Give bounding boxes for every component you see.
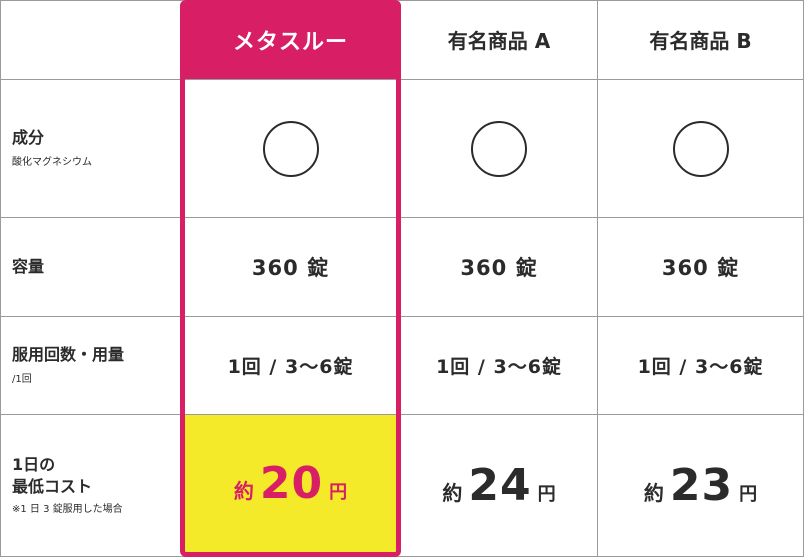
circle-mark-icon	[471, 120, 527, 177]
capacity-value: 360 錠	[251, 256, 330, 280]
cell-ingredient-metasuru	[185, 80, 396, 217]
dosage-value: 1回 / 3〜6錠	[227, 356, 354, 378]
cost-value: 約 23 円	[644, 460, 757, 511]
circle-mark-icon	[262, 120, 319, 177]
cost-prefix: 約	[442, 481, 463, 505]
cell-dosage-metasuru: 1回 / 3〜6錠	[185, 317, 396, 414]
header-product-a: 有名商品 A	[401, 0, 597, 79]
cost-suffix: 円	[739, 484, 758, 505]
row-label-ingredient: 成分 酸化マグネシウム	[0, 80, 180, 217]
row-sublabel: ※1 日 3 錠服用した場合	[12, 503, 123, 515]
row-label: 容量	[12, 257, 45, 276]
cost-value: 約 24 円	[442, 460, 555, 511]
cost-suffix: 円	[329, 482, 348, 503]
circle-mark-icon	[672, 120, 729, 177]
cell-capacity-a: 360 錠	[401, 218, 597, 316]
cell-capacity-metasuru: 360 錠	[185, 218, 396, 316]
header-label: 有名商品 A	[447, 29, 551, 53]
cell-dosage-a: 1回 / 3〜6錠	[401, 317, 597, 414]
row-label-line1: 1日の	[12, 454, 56, 474]
cell-capacity-b: 360 錠	[598, 218, 803, 316]
dosage-value: 1回 / 3〜6錠	[637, 356, 764, 378]
cost-value: 約 20 円	[234, 458, 347, 509]
cost-number: 23	[669, 460, 734, 511]
cell-dosage-b: 1回 / 3〜6錠	[598, 317, 803, 414]
row-sublabel: /1回	[12, 373, 32, 385]
header-product-b: 有名商品 B	[598, 0, 803, 79]
header-label: メタスルー	[232, 29, 348, 55]
row-label: 成分	[12, 127, 45, 147]
comparison-table: メタスルー 有名商品 A 有名商品 B 成分 酸化マグネシウム 容量 360 錠…	[0, 0, 804, 557]
cell-cost-a: 約 24 円	[401, 415, 597, 556]
header-metasuru: メタスルー	[180, 0, 401, 79]
cost-number: 24	[468, 460, 532, 511]
row-label-capacity: 容量	[0, 218, 180, 316]
capacity-value: 360 錠	[460, 256, 538, 280]
row-label-line2: 最低コスト	[12, 476, 93, 496]
cell-ingredient-b	[598, 80, 803, 217]
cost-prefix: 約	[233, 479, 254, 503]
capacity-value: 360 錠	[661, 256, 740, 280]
cost-number: 20	[259, 458, 324, 509]
cost-suffix: 円	[537, 484, 556, 505]
row-label: 服用回数・用量	[12, 344, 125, 364]
cell-cost-metasuru: 約 20 円	[185, 415, 396, 552]
dosage-value: 1回 / 3〜6錠	[436, 356, 562, 378]
header-label: 有名商品 B	[649, 29, 752, 53]
cost-prefix: 約	[643, 481, 664, 505]
row-label-dosage: 服用回数・用量 /1回	[0, 317, 180, 414]
cell-ingredient-a	[401, 80, 597, 217]
row-label-cost: 1日の 最低コスト ※1 日 3 錠服用した場合	[0, 415, 180, 556]
row-sublabel: 酸化マグネシウム	[12, 156, 92, 168]
cell-cost-b: 約 23 円	[598, 415, 803, 556]
